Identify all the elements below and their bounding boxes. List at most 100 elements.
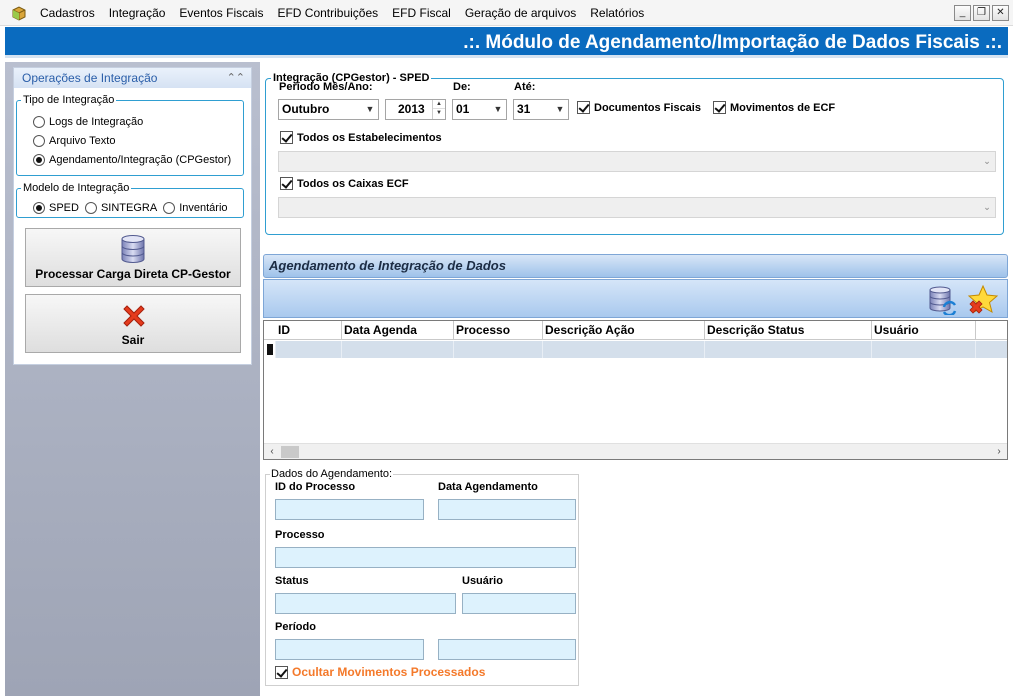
spin-down-icon[interactable]: ▼ [433, 109, 445, 118]
doc-fiscais-checkbox[interactable]: Documentos Fiscais [577, 101, 701, 114]
table-cell[interactable] [454, 341, 543, 358]
radio-sped[interactable]: SPED [33, 198, 79, 217]
scroll-thumb[interactable] [281, 446, 299, 458]
ocultar-movimentos-checkbox[interactable]: Ocultar Movimentos Processados [275, 665, 485, 679]
de-value: 01 [456, 102, 470, 116]
menu-eventos-fiscais[interactable]: Eventos Fiscais [172, 0, 270, 26]
radio-label: Inventário [179, 201, 228, 214]
row-indicator [264, 341, 276, 358]
periodo-dados-label: Período [275, 621, 316, 633]
table-row[interactable] [264, 341, 1007, 358]
spin-buttons[interactable]: ▲ ▼ [432, 100, 445, 119]
col-descricao-acao[interactable]: Descrição Ação [543, 321, 705, 339]
scroll-left-icon[interactable]: ‹ [264, 444, 280, 460]
mov-ecf-checkbox[interactable]: Movimentos de ECF [713, 101, 835, 114]
radio-circle[interactable] [33, 115, 45, 128]
radio-circle-selected[interactable] [33, 153, 45, 166]
status-field[interactable] [275, 593, 456, 614]
radio-inventario[interactable]: Inventário [163, 198, 228, 217]
mov-ecf-label: Movimentos de ECF [730, 101, 836, 114]
todos-estab-label: Todos os Estabelecimentos [297, 131, 442, 144]
radio-circle-selected[interactable] [33, 201, 45, 214]
agendamento-title: Agendamento de Integração de Dados [263, 254, 1008, 278]
de-select[interactable]: 01 ▼ [452, 99, 507, 120]
table-cell[interactable] [705, 341, 872, 358]
agendamento-grid[interactable]: ID Data Agenda Processo Descrição Ação D… [263, 320, 1008, 460]
modelo-integracao-group: Modelo de Integração SPED SINTEGRA Inven… [16, 182, 244, 218]
checkbox-box[interactable] [577, 101, 590, 114]
collapse-icon[interactable]: ⌃⌃ [227, 68, 245, 88]
close-x-icon [123, 305, 145, 327]
menu-integracao[interactable]: Integração [102, 0, 173, 26]
table-cell[interactable] [872, 341, 976, 358]
minimize-icon[interactable]: _ [954, 5, 971, 21]
main-area: Integração (CPGestor) - SPED Período Mês… [260, 62, 1013, 696]
radio-arquivo-texto[interactable]: Arquivo Texto [33, 131, 231, 150]
checkbox-box[interactable] [713, 101, 726, 114]
process-load-button[interactable]: Processar Carga Direta CP-Gestor [25, 228, 241, 287]
mes-select[interactable]: Outubro ▼ [278, 99, 379, 120]
star-delete-icon[interactable] [967, 284, 999, 316]
exit-label: Sair [121, 333, 145, 347]
radio-circle[interactable] [33, 134, 45, 147]
ano-stepper[interactable]: 2013 ▲ ▼ [385, 99, 446, 120]
ano-value: 2013 [398, 102, 425, 116]
todos-estab-checkbox[interactable]: Todos os Estabelecimentos [280, 131, 442, 144]
checkbox-box[interactable] [280, 177, 293, 190]
menu-cadastros[interactable]: Cadastros [33, 0, 102, 26]
mes-value: Outubro [282, 102, 330, 116]
radio-circle[interactable] [163, 201, 176, 214]
modelo-integracao-legend: Modelo de Integração [23, 182, 130, 194]
restore-icon[interactable]: ❐ [973, 5, 990, 21]
col-processo[interactable]: Processo [454, 321, 543, 339]
table-cell[interactable] [276, 341, 342, 358]
periodo-fim-field[interactable] [438, 639, 576, 660]
exit-button[interactable]: Sair [25, 294, 241, 353]
ate-select[interactable]: 31 ▼ [513, 99, 569, 120]
scroll-right-icon[interactable]: › [991, 444, 1007, 460]
col-id[interactable]: ID [276, 321, 342, 339]
chevron-down-icon[interactable]: ▼ [552, 100, 568, 119]
periodo-inicio-field[interactable] [275, 639, 424, 660]
horizontal-scrollbar[interactable]: ‹ › [264, 443, 1007, 459]
operations-panel: Operações de Integração ⌃⌃ Tipo de Integ… [13, 67, 252, 365]
id-processo-field[interactable] [275, 499, 424, 520]
menu-geracao-arquivos[interactable]: Geração de arquivos [458, 0, 583, 26]
radio-agendamento[interactable]: Agendamento/Integração (CPGestor) [33, 150, 231, 169]
menu-efd-fiscal[interactable]: EFD Fiscal [385, 0, 458, 26]
estabelecimento-select: ⌄ [278, 151, 996, 172]
col-data-agenda[interactable]: Data Agenda [342, 321, 454, 339]
process-load-label: Processar Carga Direta CP-Gestor [35, 267, 231, 281]
de-label: De: [453, 81, 471, 93]
radio-circle[interactable] [84, 201, 97, 214]
radio-label: SINTEGRA [100, 201, 158, 214]
checkbox-box[interactable] [280, 131, 293, 144]
left-panel: Operações de Integração ⌃⌃ Tipo de Integ… [5, 62, 260, 696]
doc-fiscais-label: Documentos Fiscais [594, 101, 701, 114]
database-refresh-icon[interactable] [927, 285, 957, 315]
radio-logs-integracao[interactable]: Logs de Integração [33, 112, 231, 131]
table-cell[interactable] [543, 341, 705, 358]
todos-caixas-checkbox[interactable]: Todos os Caixas ECF [280, 177, 409, 190]
menu-efd-contribuicoes[interactable]: EFD Contribuições [270, 0, 385, 26]
table-cell[interactable] [342, 341, 454, 358]
radio-sintegra[interactable]: SINTEGRA [84, 198, 158, 217]
data-agendamento-field[interactable] [438, 499, 576, 520]
menu-relatorios[interactable]: Relatórios [583, 0, 651, 26]
chevron-down-icon[interactable]: ▼ [490, 100, 506, 119]
usuario-field[interactable] [462, 593, 576, 614]
dados-legend: Dados do Agendamento: [271, 468, 393, 480]
app-box-icon [11, 5, 27, 21]
data-agendamento-label: Data Agendamento [438, 481, 538, 493]
spin-up-icon[interactable]: ▲ [433, 100, 445, 109]
processo-field[interactable] [275, 547, 576, 568]
database-icon [121, 235, 145, 263]
col-usuario[interactable]: Usuário [872, 321, 976, 339]
ate-label: Até: [514, 81, 536, 93]
checkbox-box[interactable] [275, 665, 288, 679]
operations-panel-label: Operações de Integração [22, 71, 158, 85]
tipo-integracao-legend: Tipo de Integração [23, 94, 115, 106]
chevron-down-icon[interactable]: ▼ [362, 100, 378, 119]
close-icon[interactable]: ✕ [992, 5, 1009, 21]
col-descricao-status[interactable]: Descrição Status [705, 321, 872, 339]
